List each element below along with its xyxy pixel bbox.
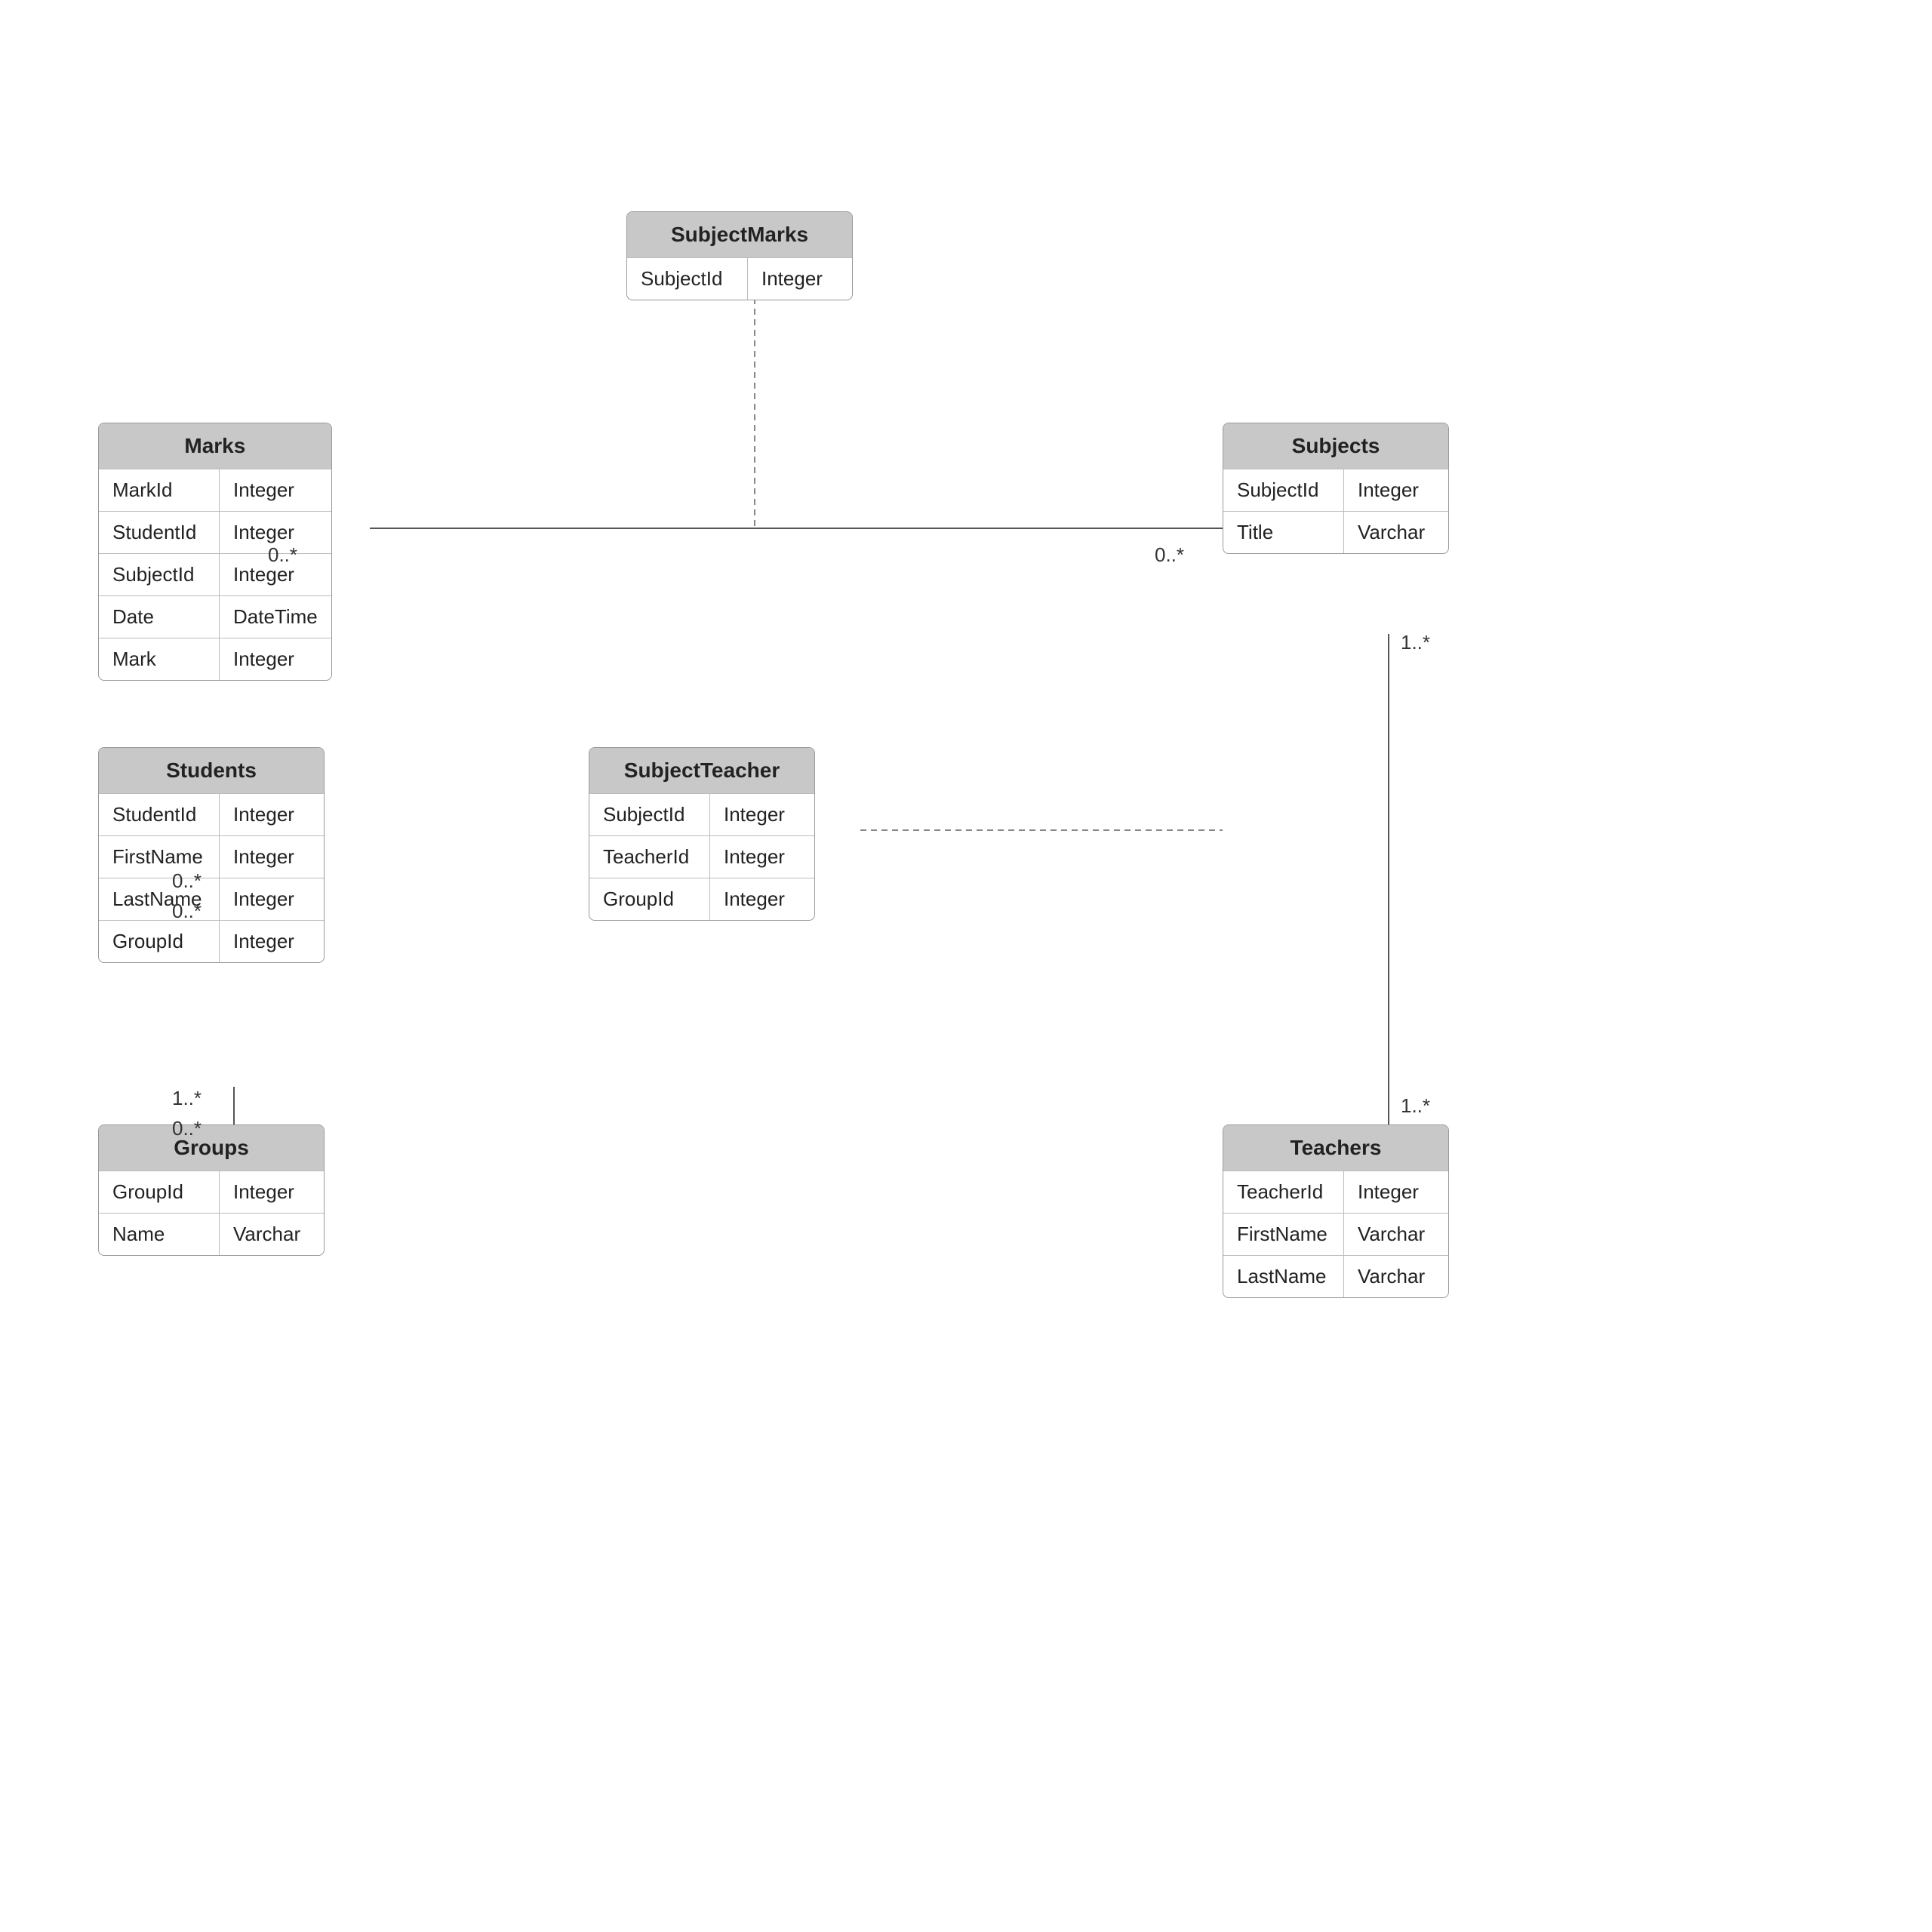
row-title: Title Varchar bbox=[1223, 511, 1448, 553]
row-groupid: GroupId Integer bbox=[99, 1171, 324, 1213]
header-subjectteacher: SubjectTeacher bbox=[589, 748, 814, 793]
row-groupid: GroupId Integer bbox=[99, 920, 324, 962]
cardinality-subjects-left: 0..* bbox=[1155, 543, 1184, 567]
row-firstname: FirstName Varchar bbox=[1223, 1213, 1448, 1255]
cardinality-groups-top2: 0..* bbox=[172, 1117, 202, 1140]
header-marks: Marks bbox=[99, 423, 331, 469]
table-subjects: Subjects SubjectId Integer Title Varchar bbox=[1223, 423, 1449, 554]
row-subjectid: SubjectId Integer bbox=[589, 793, 814, 835]
cardinality-students-top2: 0..* bbox=[172, 900, 202, 923]
header-students: Students bbox=[99, 748, 324, 793]
row-groupid: GroupId Integer bbox=[589, 878, 814, 920]
cell-subjectid-type: Integer bbox=[748, 258, 836, 300]
cardinality-students-top1: 0..* bbox=[172, 869, 202, 893]
cell-subjectid-name: SubjectId bbox=[627, 258, 748, 300]
row-date: Date DateTime bbox=[99, 595, 331, 638]
row-lastname: LastName Integer bbox=[99, 878, 324, 920]
row-subjectid: SubjectId Integer bbox=[627, 257, 852, 300]
header-subjects: Subjects bbox=[1223, 423, 1448, 469]
diagram-container: SubjectMarks SubjectId Integer Marks Mar… bbox=[0, 0, 1932, 1932]
row-markid: MarkId Integer bbox=[99, 469, 331, 511]
cardinality-groups-top1: 1..* bbox=[172, 1087, 202, 1110]
row-teacherid: TeacherId Integer bbox=[589, 835, 814, 878]
table-students: Students StudentId Integer FirstName Int… bbox=[98, 747, 325, 963]
cardinality-marks-left: 0..* bbox=[268, 543, 297, 567]
connections-svg bbox=[0, 0, 1932, 1932]
row-teacherid: TeacherId Integer bbox=[1223, 1171, 1448, 1213]
row-studentid: StudentId Integer bbox=[99, 793, 324, 835]
table-groups: Groups GroupId Integer Name Varchar bbox=[98, 1124, 325, 1256]
row-mark: Mark Integer bbox=[99, 638, 331, 680]
row-subjectid: SubjectId Integer bbox=[1223, 469, 1448, 511]
header-teachers: Teachers bbox=[1223, 1125, 1448, 1171]
table-subjectteacher: SubjectTeacher SubjectId Integer Teacher… bbox=[589, 747, 815, 921]
row-lastname: LastName Varchar bbox=[1223, 1255, 1448, 1297]
row-firstname: FirstName Integer bbox=[99, 835, 324, 878]
header-subjectmarks: SubjectMarks bbox=[627, 212, 852, 257]
cardinality-teachers-top: 1..* bbox=[1401, 1094, 1430, 1118]
cardinality-subjects-bottom: 1..* bbox=[1401, 631, 1430, 654]
table-teachers: Teachers TeacherId Integer FirstName Var… bbox=[1223, 1124, 1449, 1298]
table-subjectmarks: SubjectMarks SubjectId Integer bbox=[626, 211, 853, 300]
row-name: Name Varchar bbox=[99, 1213, 324, 1255]
header-groups: Groups bbox=[99, 1125, 324, 1171]
